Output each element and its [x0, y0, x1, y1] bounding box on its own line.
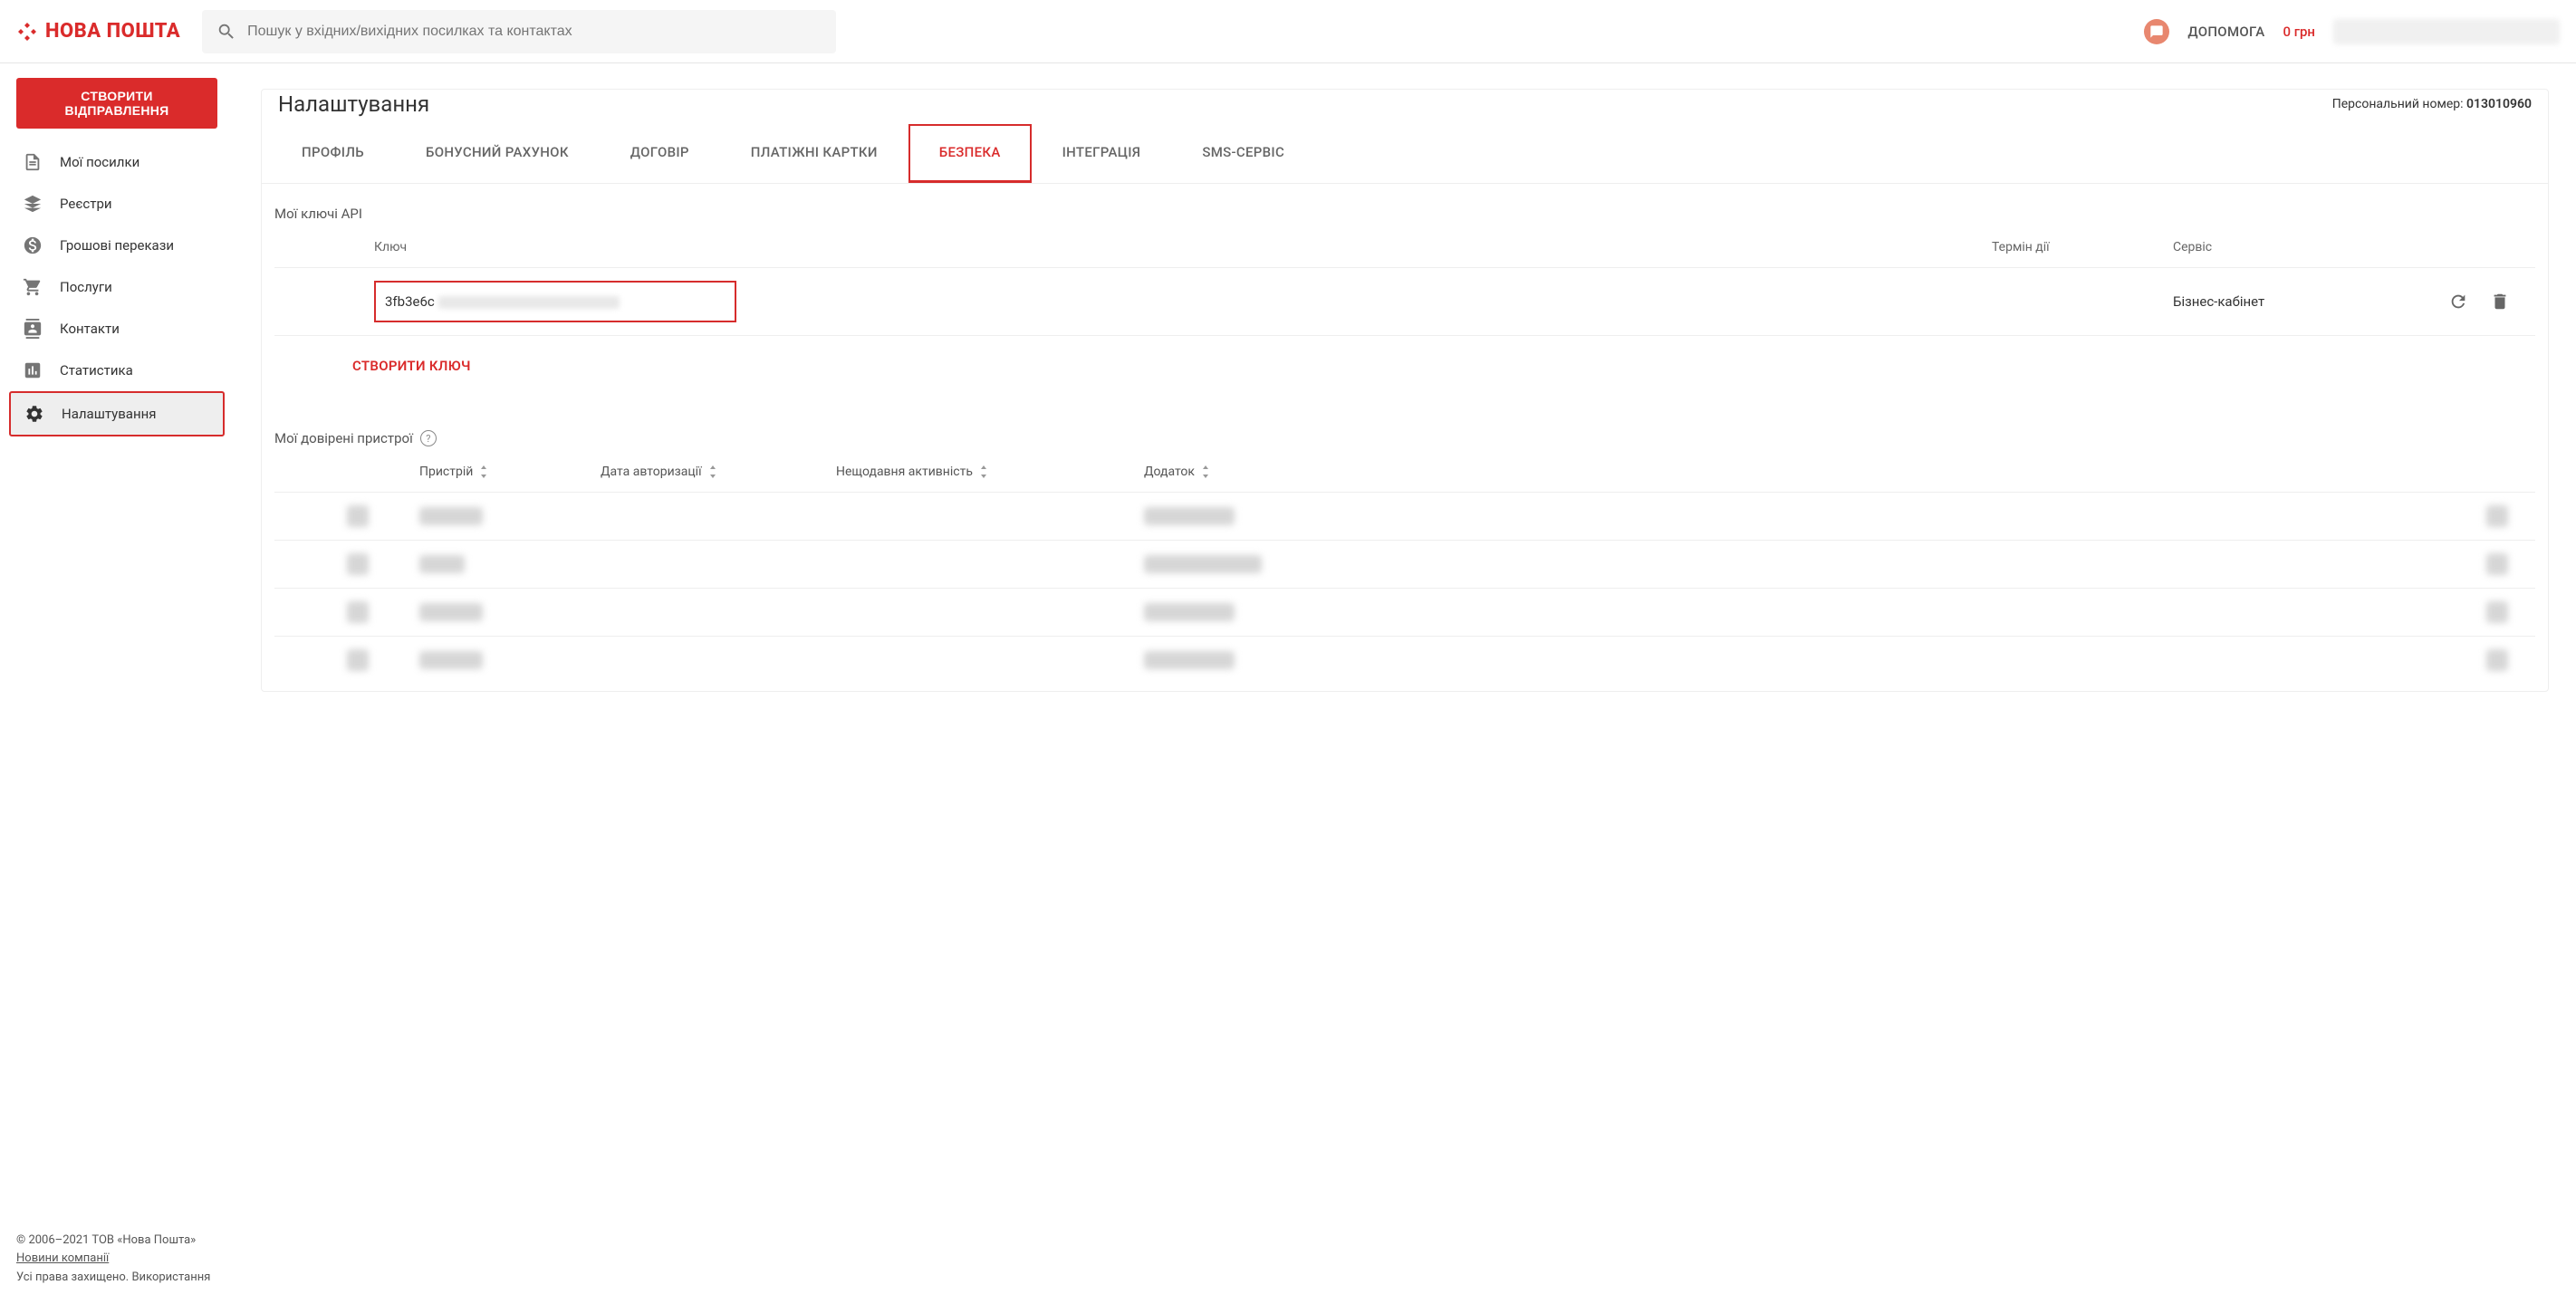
tab-profile[interactable]: ПРОФІЛЬ — [271, 124, 395, 183]
sidebar-item-label: Послуги — [60, 279, 112, 295]
blurred-cell — [419, 603, 483, 621]
col-device[interactable]: Пристрій — [419, 465, 601, 479]
blurred-cell — [419, 555, 465, 573]
device-row — [274, 637, 2535, 684]
logo[interactable]: НОВА ПОШТА — [16, 20, 180, 43]
api-key-service: Бізнес-кабінет — [2173, 293, 2427, 310]
sort-icon — [1200, 465, 1211, 478]
col-activity[interactable]: Нещодавня активність — [836, 465, 1144, 479]
api-key-row: 3fb3e6c Бізнес-кабінет — [274, 268, 2535, 336]
create-shipment-button[interactable]: СТВОРИТИ ВІДПРАВЛЕННЯ — [16, 78, 217, 129]
blurred-cell — [419, 507, 483, 525]
rights-text: Усі права захищено. Використання — [16, 1269, 217, 1288]
tab-sms[interactable]: SMS-СЕРВІС — [1171, 124, 1315, 183]
copyright: © 2006–2021 ТОВ «Нова Пошта» — [16, 1232, 217, 1251]
search-input[interactable] — [247, 24, 822, 40]
contacts-icon — [22, 318, 43, 340]
api-keys-section: Мої ключі API Ключ Термін дії Сервіс 3f — [262, 184, 2548, 408]
logo-icon — [16, 21, 38, 43]
page-title: Налаштування — [278, 91, 429, 117]
sidebar-item-label: Контакти — [60, 321, 120, 337]
blurred-cell — [347, 601, 369, 623]
search-box[interactable] — [202, 10, 836, 53]
sidebar-item-shipments[interactable]: Мої посилки — [9, 141, 225, 183]
tab-contract[interactable]: ДОГОВІР — [600, 124, 720, 183]
sidebar-item-transfers[interactable]: Грошові перекази — [9, 225, 225, 266]
main-content: Налаштування Персональний номер: 0130109… — [234, 63, 2576, 1304]
chat-icon[interactable] — [2144, 19, 2169, 44]
balance: 0 грн — [2283, 24, 2315, 40]
stack-icon — [22, 193, 43, 215]
sidebar-item-label: Статистика — [60, 362, 133, 379]
money-icon — [22, 235, 43, 256]
api-section-title: Мої ключі API — [274, 206, 2535, 222]
api-key-prefix: 3fb3e6c — [385, 293, 435, 310]
personal-number: Персональний номер: 013010960 — [2332, 97, 2532, 111]
company-news-link[interactable]: Новини компанії — [16, 1251, 109, 1265]
sidebar: СТВОРИТИ ВІДПРАВЛЕННЯ Мої посилки Реєстр… — [0, 63, 234, 1304]
sidebar-item-services[interactable]: Послуги — [9, 266, 225, 308]
refresh-icon[interactable] — [2448, 292, 2468, 312]
tab-integration[interactable]: ІНТЕГРАЦІЯ — [1032, 124, 1172, 183]
sort-icon — [707, 465, 718, 478]
user-menu-blurred[interactable] — [2333, 19, 2560, 44]
tab-security[interactable]: БЕЗПЕКА — [908, 124, 1032, 183]
help-link[interactable]: ДОПОМОГА — [2187, 24, 2264, 40]
sort-icon — [978, 465, 989, 478]
sidebar-footer: © 2006–2021 ТОВ «Нова Пошта» Новини комп… — [9, 1232, 225, 1295]
blurred-cell — [2486, 649, 2508, 671]
api-key-blurred — [438, 296, 620, 309]
trusted-devices-section: Мої довірені пристрої ? Пристрій Дата ав… — [262, 408, 2548, 691]
sidebar-item-label: Грошові перекази — [60, 237, 174, 254]
cart-icon — [22, 276, 43, 298]
col-expiry: Термін дії — [1992, 240, 2173, 254]
gear-icon — [24, 403, 45, 425]
blurred-cell — [2486, 553, 2508, 575]
device-row — [274, 493, 2535, 541]
col-key: Ключ — [374, 240, 1992, 254]
create-key-button[interactable]: СТВОРИТИ КЛЮЧ — [274, 336, 2535, 401]
api-table-header: Ключ Термін дії Сервіс — [274, 227, 2535, 268]
help-icon[interactable]: ? — [420, 430, 437, 446]
sidebar-item-stats[interactable]: Статистика — [9, 350, 225, 391]
blurred-cell — [2486, 601, 2508, 623]
blurred-cell — [419, 651, 483, 669]
sort-icon — [478, 465, 489, 478]
chart-icon — [22, 360, 43, 381]
blurred-cell — [347, 649, 369, 671]
devices-section-title: Мої довірені пристрої — [274, 430, 413, 446]
settings-tabs: ПРОФІЛЬ БОНУСНИЙ РАХУНОК ДОГОВІР ПЛАТІЖН… — [262, 124, 2548, 184]
api-key-value-box: 3fb3e6c — [374, 281, 736, 322]
search-icon — [216, 22, 236, 42]
sidebar-item-registries[interactable]: Реєстри — [9, 183, 225, 225]
blurred-cell — [1144, 555, 1262, 573]
sidebar-item-settings[interactable]: Налаштування — [9, 391, 225, 436]
sidebar-item-contacts[interactable]: Контакти — [9, 308, 225, 350]
blurred-cell — [1144, 507, 1235, 525]
blurred-cell — [2486, 505, 2508, 527]
blurred-cell — [347, 505, 369, 527]
device-row — [274, 541, 2535, 589]
blurred-cell — [347, 553, 369, 575]
sidebar-item-label: Мої посилки — [60, 154, 139, 170]
delete-icon[interactable] — [2490, 292, 2510, 312]
sidebar-item-label: Налаштування — [62, 406, 157, 422]
device-row — [274, 589, 2535, 637]
document-icon — [22, 151, 43, 173]
blurred-cell — [1144, 651, 1235, 669]
tab-cards[interactable]: ПЛАТІЖНІ КАРТКИ — [720, 124, 908, 183]
col-service: Сервіс — [2173, 240, 2427, 254]
brand-text: НОВА ПОШТА — [45, 20, 180, 43]
tab-bonus[interactable]: БОНУСНИЙ РАХУНОК — [395, 124, 600, 183]
devices-table-header: Пристрій Дата авторизації Нещодавня акти… — [274, 452, 2535, 493]
blurred-cell — [1144, 603, 1235, 621]
sidebar-item-label: Реєстри — [60, 196, 112, 212]
top-header: НОВА ПОШТА ДОПОМОГА 0 грн — [0, 0, 2576, 63]
col-app[interactable]: Додаток — [1144, 465, 1361, 479]
col-auth-date[interactable]: Дата авторизації — [601, 465, 836, 479]
header-right: ДОПОМОГА 0 грн — [2144, 19, 2560, 44]
